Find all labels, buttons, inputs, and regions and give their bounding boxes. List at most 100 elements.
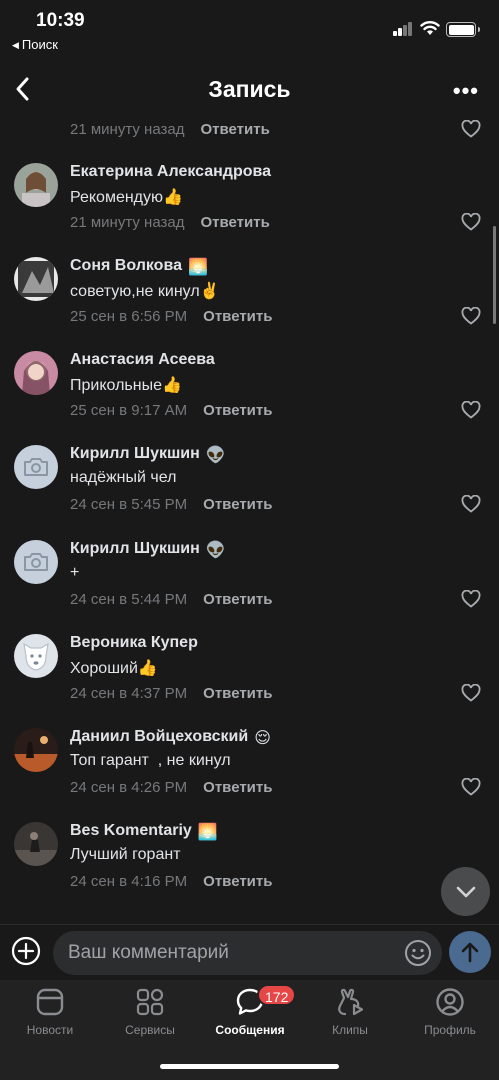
- avatar[interactable]: [14, 634, 58, 678]
- author-status-icon: 😌: [254, 730, 271, 747]
- comment-author[interactable]: Екатерина Александрова: [70, 163, 271, 181]
- add-attachment-icon[interactable]: [11, 936, 41, 966]
- tab-label: Клипы: [332, 1023, 368, 1037]
- heart-icon[interactable]: [461, 213, 481, 231]
- author-name: Вероника Купер: [70, 634, 198, 651]
- avatar[interactable]: [14, 351, 58, 395]
- reply-button[interactable]: Ответить: [203, 685, 272, 702]
- heart-icon[interactable]: [461, 307, 481, 325]
- comment-author[interactable]: Соня Волкова 🌅: [70, 257, 208, 277]
- heart-icon[interactable]: [461, 684, 481, 702]
- comment-meta-partial: 21 минуту назад Ответить: [70, 117, 485, 141]
- author-name: Соня Волкова: [70, 257, 182, 274]
- comment-time: 21 минуту назад: [70, 120, 185, 138]
- comment-time: 24 сен в 5:44 PM: [70, 590, 188, 608]
- reply-button[interactable]: Ответить: [203, 873, 272, 890]
- comment-text: +: [70, 564, 80, 581]
- author-status-icon: 🌅: [187, 259, 208, 276]
- reply-button[interactable]: Ответить: [203, 591, 272, 608]
- comment-item: Кирилл Шукшин 👽 + 24 сен в 5:44 PM Ответи…: [0, 540, 499, 635]
- avatar[interactable]: [14, 822, 58, 866]
- comment-author[interactable]: Кирилл Шукшин 👽: [70, 445, 226, 465]
- heart-icon[interactable]: [461, 495, 481, 513]
- reply-button[interactable]: Ответить: [203, 402, 272, 419]
- avatar[interactable]: [14, 257, 58, 301]
- comment-author[interactable]: Даниил Войцеховский 😌: [70, 728, 271, 748]
- tab-profile[interactable]: Профиль: [400, 986, 499, 1046]
- camera-icon: [24, 458, 48, 476]
- comment-time: 24 сен в 4:37 PM: [70, 684, 188, 702]
- heart-icon[interactable]: [461, 778, 481, 796]
- reply-button[interactable]: Ответить: [203, 779, 272, 796]
- scrollbar[interactable]: [493, 226, 496, 324]
- signal-icon: [393, 22, 413, 36]
- avatar[interactable]: [14, 728, 58, 772]
- tab-label: Сообщения: [215, 1023, 285, 1037]
- reply-button[interactable]: Ответить: [203, 496, 272, 513]
- heart-icon[interactable]: [461, 401, 481, 419]
- heart-icon[interactable]: [461, 120, 481, 138]
- comment-field[interactable]: [53, 931, 442, 975]
- comment-item: Анастасия Асеева Прикольные👍 25 сен в 9:…: [0, 351, 499, 446]
- comment-meta: 21 минуту назад Ответить: [70, 210, 485, 234]
- comment-author[interactable]: Кирилл Шукшин 👽: [70, 540, 226, 560]
- comment-author[interactable]: Bes Komentariy 🌅: [70, 822, 218, 842]
- comment-time: 24 сен в 4:26 PM: [70, 778, 188, 796]
- comment-meta: 25 сен в 6:56 PM Ответить: [70, 304, 485, 328]
- author-name: Екатерина Александрова: [70, 163, 272, 180]
- comment-meta: 24 сен в 4:37 PM Ответить: [70, 681, 485, 705]
- avatar[interactable]: [14, 445, 58, 489]
- comment-time: 24 сен в 5:45 PM: [70, 495, 188, 513]
- wifi-icon: [420, 21, 440, 35]
- avatar[interactable]: [14, 540, 58, 584]
- tab-services[interactable]: Сервисы: [100, 986, 200, 1046]
- comments-feed[interactable]: 21 минуту назад Ответить Екатерина Алекс…: [0, 114, 499, 924]
- camera-icon: [24, 553, 48, 571]
- page-title: Запись: [208, 76, 291, 102]
- heart-icon[interactable]: [461, 590, 481, 608]
- author-status-icon: 👽: [205, 447, 226, 464]
- reply-button[interactable]: Ответить: [200, 214, 269, 231]
- send-button[interactable]: [449, 931, 491, 973]
- chevron-down-icon: [456, 886, 475, 897]
- comment-item: Даниил Войцеховский 😌 Топ гарант , не кин…: [0, 728, 499, 823]
- tab-clips[interactable]: Клипы: [300, 986, 400, 1046]
- comment-text: надёжный чел: [70, 469, 177, 486]
- reply-button[interactable]: Ответить: [200, 121, 269, 138]
- author-name: Даниил Войцеховский: [70, 728, 249, 745]
- avatar[interactable]: [14, 163, 58, 207]
- dog-icon: [23, 642, 49, 671]
- comment-input[interactable]: [68, 931, 388, 975]
- reply-button[interactable]: Ответить: [203, 308, 272, 325]
- comment-author[interactable]: Вероника Купер: [70, 634, 198, 652]
- emoji-icon[interactable]: [404, 939, 432, 967]
- comment-meta: 25 сен в 9:17 AM Ответить: [70, 398, 485, 422]
- home-indicator[interactable]: [160, 1064, 339, 1069]
- comment-time: 24 сен в 4:16 PM: [70, 872, 188, 890]
- profile-icon: [436, 988, 464, 1016]
- arrow-up-icon: [461, 942, 479, 963]
- nav-header: Запись •••: [0, 64, 499, 114]
- comment-text: Лучший горант: [70, 846, 181, 863]
- back-app-label: Поиск: [21, 37, 58, 52]
- comment-meta: 24 сен в 4:26 PM Ответить: [70, 775, 485, 799]
- comment-author[interactable]: Анастасия Асеева: [70, 351, 215, 369]
- comment-text: Прикольные👍: [70, 377, 182, 394]
- news-icon: [36, 988, 64, 1016]
- battery-icon: [446, 22, 480, 37]
- more-options-icon[interactable]: •••: [453, 78, 479, 104]
- author-name: Кирилл Шукшин: [70, 540, 200, 557]
- tab-messages[interactable]: 172 Сообщения: [200, 984, 300, 1046]
- comment-item: Bes Komentariy 🌅 Лучший горант 24 сен в 4…: [0, 822, 499, 917]
- comment-text: Хороший👍: [70, 660, 158, 677]
- comment-time: 25 сен в 9:17 AM: [70, 401, 188, 419]
- comment-time: 21 минуту назад: [70, 213, 185, 231]
- scroll-down-button[interactable]: [441, 867, 490, 916]
- unread-badge: 172: [257, 984, 297, 1006]
- tab-news[interactable]: Новости: [0, 986, 100, 1046]
- tab-label: Сервисы: [125, 1023, 175, 1037]
- comment-item: Кирилл Шукшин 👽 надёжный чел 24 сен в 5:4…: [0, 445, 499, 540]
- back-to-search-link[interactable]: ◀ Поиск: [12, 37, 58, 52]
- author-status-icon: 🌅: [197, 824, 218, 841]
- comment-meta: 24 сен в 5:44 PM Ответить: [70, 587, 485, 611]
